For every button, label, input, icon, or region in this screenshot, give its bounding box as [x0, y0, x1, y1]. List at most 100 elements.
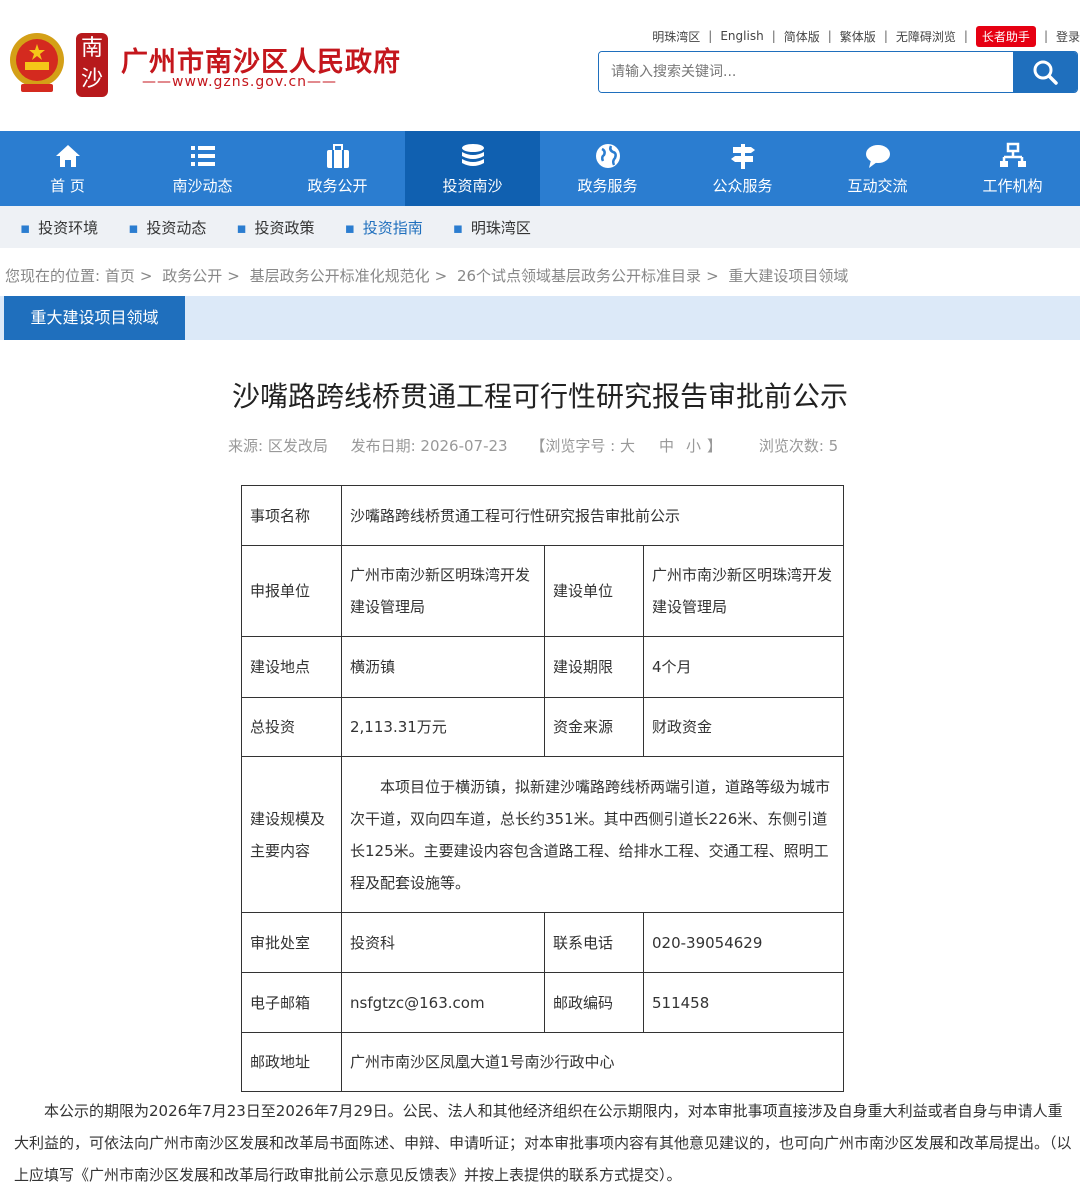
- nav-news[interactable]: 南沙动态: [135, 131, 270, 206]
- table-row: 事项名称 沙嘴路跨线桥贯通工程可行性研究报告审批前公示: [241, 485, 844, 546]
- subnav-label: 投资政策: [254, 218, 315, 237]
- cell-value: 本项目位于横沥镇，拟新建沙嘴路跨线桥两端引道，道路等级为城市次干道，双向四车道，…: [341, 756, 844, 913]
- nav-public-service[interactable]: 公众服务: [675, 131, 810, 206]
- nav-invest[interactable]: 投资南沙: [405, 131, 540, 206]
- nav-gov-affairs[interactable]: 政务公开: [270, 131, 405, 206]
- breadcrumb-standardization[interactable]: 基层政务公开标准化规范化: [250, 267, 430, 285]
- subnav-invest-policy[interactable]: ▪ 投资政策: [236, 217, 314, 238]
- site-header: 南 沙 广州市南沙区人民政府 ——www.gzns.gov.cn—— 明珠湾区 |…: [0, 0, 1080, 130]
- column-title-tab[interactable]: 重大建设项目领域: [4, 296, 185, 340]
- toplink-mingzhu-bay[interactable]: 明珠湾区: [652, 28, 700, 45]
- main-nav: 首 页 南沙动态 政务公开 投资南沙 政务服务 公众服务 互动交流 工作机构: [0, 131, 1080, 206]
- notice-paragraph: 本公示的期限为2026年7月23日至2026年7月29日。公民、法人和其他经济组…: [14, 1102, 1072, 1184]
- table-row: 申报单位 广州市南沙新区明珠湾开发建设管理局 建设单位 广州市南沙新区明珠湾开发…: [241, 545, 844, 637]
- sub-nav: ▪ 投资环境 ▪ 投资动态 ▪ 投资政策 ▪ 投资指南 ▪ 明珠湾区: [0, 206, 1080, 248]
- briefcase-icon: [326, 144, 349, 168]
- nav-invest-label: 投资南沙: [442, 177, 503, 195]
- table-row: 审批处室 投资科 联系电话 020-39054629: [241, 912, 844, 973]
- cell-value: 广州市南沙新区明珠湾开发建设管理局: [341, 545, 545, 637]
- site-url: ——www.gzns.gov.cn——: [142, 74, 338, 90]
- nav-news-label: 南沙动态: [172, 177, 233, 195]
- subnav-invest-guide[interactable]: ▪ 投资指南: [345, 217, 423, 238]
- seal-char-2: 沙: [80, 67, 103, 92]
- table-row: 电子邮箱 nsfgtzc@163.com 邮政编码 511458: [241, 972, 844, 1033]
- breadcrumb-home[interactable]: 首页: [105, 267, 135, 285]
- cell-label: 建设规模及主要内容: [241, 756, 342, 913]
- cell-label: 邮政地址: [241, 1032, 342, 1092]
- font-size-medium[interactable]: 中: [659, 437, 674, 455]
- cell-value: 4个月: [643, 636, 844, 698]
- toplink-traditional[interactable]: 繁体版: [840, 28, 876, 45]
- nav-interaction[interactable]: 互动交流: [810, 131, 945, 206]
- breadcrumb-gov-affairs[interactable]: 政务公开: [162, 267, 222, 285]
- cell-label: 总投资: [241, 697, 342, 757]
- table-row: 建设地点 横沥镇 建设期限 4个月: [241, 636, 844, 698]
- table-row: 邮政地址 广州市南沙区凤凰大道1号南沙行政中心: [241, 1032, 844, 1092]
- cell-label: 建设单位: [544, 545, 644, 637]
- cell-value: 财政资金: [643, 697, 844, 757]
- toplink-accessibility[interactable]: 无障碍浏览: [896, 28, 956, 45]
- cell-label: 建设期限: [544, 636, 644, 698]
- toplink-english[interactable]: English: [720, 29, 763, 43]
- nav-organizations[interactable]: 工作机构: [945, 131, 1080, 206]
- seal-char-1: 南: [80, 36, 103, 61]
- chat-icon: [865, 145, 890, 168]
- nav-gov-service-label: 政务服务: [577, 177, 638, 195]
- org-chart-icon: [999, 142, 1026, 167]
- subnav-label: 投资环境: [38, 218, 99, 237]
- subnav-mingzhu-bay[interactable]: ▪ 明珠湾区: [453, 217, 531, 238]
- column-bar: 重大建设项目领域: [0, 296, 1080, 340]
- cell-value: 广州市南沙区凤凰大道1号南沙行政中心: [341, 1032, 844, 1092]
- subnav-label: 明珠湾区: [470, 218, 531, 237]
- subnav-invest-environment[interactable]: ▪ 投资环境: [20, 217, 98, 238]
- list-icon: [190, 146, 215, 166]
- toplink-simplified[interactable]: 简体版: [784, 28, 820, 45]
- nansha-seal-logo: 南 沙: [76, 33, 108, 97]
- project-info-table: 事项名称 沙嘴路跨线桥贯通工程可行性研究报告审批前公示 申报单位 广州市南沙新区…: [241, 485, 844, 1092]
- cell-value: 投资科: [341, 912, 545, 973]
- elder-assistant-button[interactable]: 长者助手: [975, 25, 1036, 47]
- article-date: 发布日期: 2026-07-23: [350, 437, 508, 455]
- breadcrumb-current[interactable]: 重大建设项目领域: [728, 267, 848, 285]
- nav-gov-service[interactable]: 政务服务: [540, 131, 675, 206]
- subnav-invest-news[interactable]: ▪ 投资动态: [128, 217, 206, 238]
- cell-label: 申报单位: [241, 545, 342, 637]
- breadcrumb-catalog[interactable]: 26个试点领域基层政务公开标准目录: [457, 267, 701, 285]
- cell-label: 联系电话: [544, 912, 644, 973]
- nav-interaction-label: 互动交流: [847, 177, 908, 195]
- cell-label: 电子邮箱: [241, 972, 342, 1033]
- font-size-bracket: 】: [707, 437, 723, 455]
- font-size-large[interactable]: 【浏览字号 : 大: [530, 437, 635, 455]
- national-emblem-icon: [10, 33, 64, 92]
- cell-value: nsfgtzc@163.com: [341, 972, 545, 1033]
- globe-icon: [595, 144, 620, 168]
- view-count: 浏览次数: 5: [758, 437, 839, 455]
- nav-home[interactable]: 首 页: [0, 131, 135, 206]
- cell-label: 邮政编码: [544, 972, 644, 1033]
- breadcrumb-prefix: 您现在的位置:: [5, 267, 101, 285]
- nav-organizations-label: 工作机构: [982, 177, 1043, 195]
- table-row: 建设规模及主要内容 本项目位于横沥镇，拟新建沙嘴路跨线桥两端引道，道路等级为城市…: [241, 756, 844, 913]
- cell-value: 2,113.31万元: [341, 697, 545, 757]
- cell-value: 广州市南沙新区明珠湾开发建设管理局: [643, 545, 844, 637]
- home-icon: [55, 145, 80, 167]
- cell-label: 建设地点: [241, 636, 342, 698]
- breadcrumb: 您现在的位置: 首页 > 政务公开 > 基层政务公开标准化规范化 > 26个试点领域基…: [5, 267, 849, 285]
- cell-value: 020-39054629: [643, 912, 844, 973]
- search-icon: [1033, 60, 1058, 85]
- cell-value: 511458: [643, 972, 844, 1033]
- database-icon: [461, 144, 484, 166]
- font-size-small[interactable]: 小: [686, 437, 701, 455]
- search-input[interactable]: [599, 52, 1013, 92]
- search-button[interactable]: [1013, 52, 1077, 92]
- nav-public-service-label: 公众服务: [712, 177, 773, 195]
- cell-value: 沙嘴路跨线桥贯通工程可行性研究报告审批前公示: [341, 485, 844, 546]
- cell-label: 资金来源: [544, 697, 644, 757]
- signpost-icon: [730, 144, 755, 169]
- cell-label: 事项名称: [241, 485, 342, 546]
- nav-gov-affairs-label: 政务公开: [307, 177, 368, 195]
- article-meta: 来源: 区发改局 发布日期: 2026-07-23 【浏览字号 : 大 中小】 浏…: [228, 435, 856, 456]
- top-links: 明珠湾区 | English | 简体版 | 繁体版 | 无障碍浏览 | 长者助手 | 登录: [652, 25, 1080, 47]
- cell-label: 审批处室: [241, 912, 342, 973]
- login-link[interactable]: 登录: [1056, 28, 1080, 45]
